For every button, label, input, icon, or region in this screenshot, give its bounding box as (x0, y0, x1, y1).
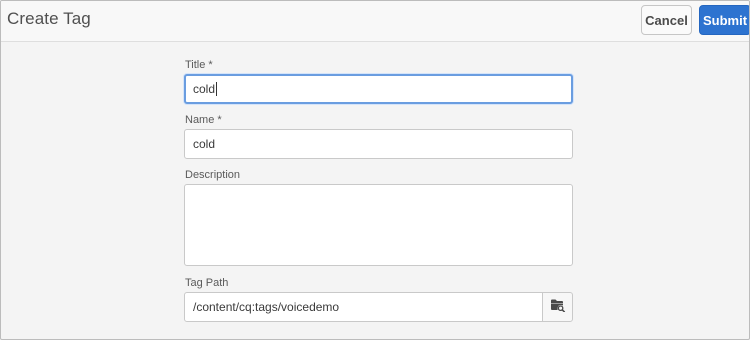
folder-search-icon (550, 298, 566, 317)
dialog-header: Create Tag Cancel Submit (1, 1, 749, 42)
text-caret (216, 82, 218, 96)
browse-path-button[interactable] (542, 292, 573, 322)
dialog-title: Create Tag (7, 9, 91, 28)
title-input[interactable]: cold (184, 74, 573, 104)
title-label: Title * (185, 59, 213, 71)
tag-path-input[interactable]: /content/cq:tags/voicedemo (184, 292, 543, 322)
description-textarea[interactable] (184, 184, 573, 266)
tag-path-label: Tag Path (185, 277, 229, 289)
name-input-value: cold (193, 137, 216, 151)
create-tag-dialog: Create Tag Cancel Submit Title * cold Na… (0, 0, 750, 340)
submit-button[interactable]: Submit (699, 5, 749, 35)
tag-path-value: /content/cq:tags/voicedemo (193, 300, 340, 314)
name-input[interactable]: cold (184, 129, 573, 159)
title-input-value: cold (193, 82, 216, 96)
description-label: Description (185, 169, 241, 181)
name-label: Name * (185, 114, 222, 126)
cancel-button[interactable]: Cancel (641, 5, 692, 35)
